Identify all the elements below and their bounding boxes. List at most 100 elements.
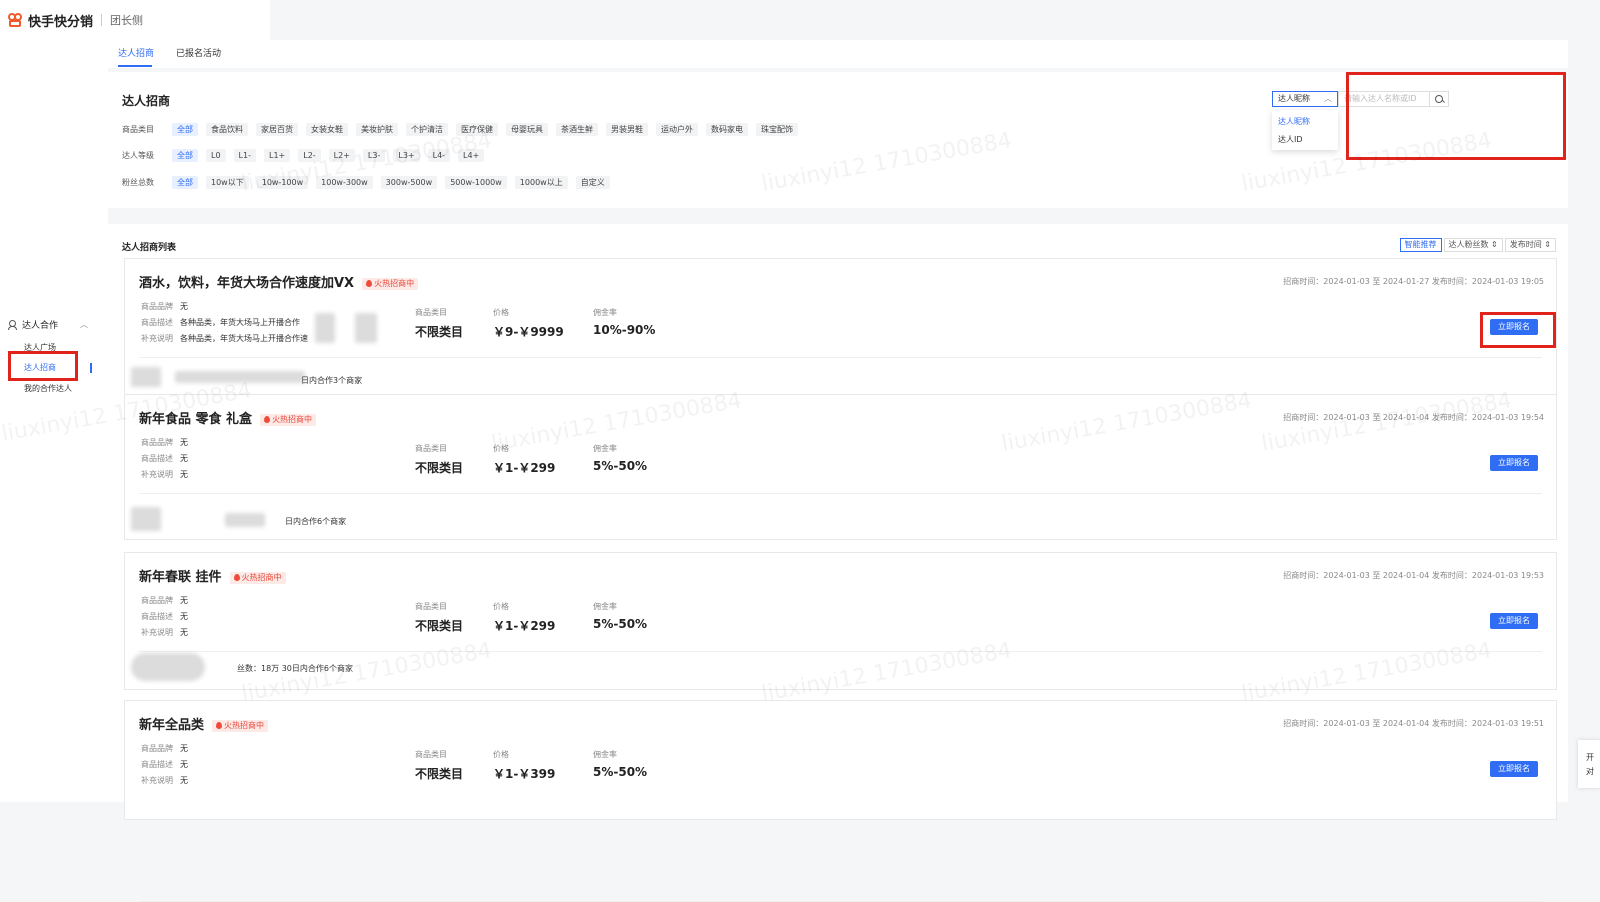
filter-label: 达人等级 [122, 151, 154, 160]
filter-chip-level[interactable]: 全部 [172, 149, 198, 162]
field-note: 补充说明无 [141, 775, 188, 786]
kuaishou-logo-icon [8, 13, 22, 27]
hot-tag: 火热招商中 [212, 719, 269, 732]
filter-chip-fans[interactable]: 500w-1000w [445, 176, 507, 189]
filter-label: 商品类目 [122, 125, 154, 134]
filter-chip-category[interactable]: 全部 [172, 123, 198, 136]
metric-label-price: 价格 [493, 750, 509, 759]
field-label: 商品品牌 [141, 302, 173, 311]
filter-chip-category[interactable]: 母婴玩具 [506, 123, 548, 136]
field-desc: 商品描述无 [141, 759, 188, 770]
fire-icon [366, 279, 373, 287]
filter-chip-category[interactable]: 数码家电 [706, 123, 748, 136]
field-label: 商品品牌 [141, 596, 173, 605]
hot-tag-label: 火热招商中 [272, 414, 313, 424]
fire-icon [264, 415, 271, 423]
filter-chip-fans[interactable]: 自定义 [575, 176, 610, 189]
field-desc: 商品描述无 [141, 453, 188, 464]
field-desc: 商品描述无 [141, 611, 188, 622]
search-type-dropdown: 达人昵称 达人ID [1272, 110, 1338, 150]
field-value: 各种品类，年货大场马上开播合作 [180, 318, 300, 327]
filter-chip-category[interactable]: 食品饮料 [206, 123, 248, 136]
recruit-card: 酒水，饮料，年货大场合作速度加VX 火热招商中 招商时间：2024-01-03 至 … [124, 258, 1557, 404]
blurred-text [225, 513, 265, 527]
field-note: 补充说明无 [141, 469, 188, 480]
filter-chip-category[interactable]: 运动户外 [656, 123, 698, 136]
dropdown-option-nickname[interactable]: 达人昵称 [1278, 116, 1310, 127]
field-value: 无 [180, 776, 188, 785]
filter-chip-category[interactable]: 美妆护肤 [356, 123, 398, 136]
field-label: 补充说明 [141, 470, 173, 479]
filter-chip-category[interactable]: 女装女鞋 [306, 123, 348, 136]
metric-label-category: 商品类目 [415, 308, 447, 317]
card-dates: 招商时间：2024-01-03 至 2024-01-27 发布时间：2024-0… [1283, 277, 1544, 286]
card-title-text: 新年全品类 [139, 718, 205, 733]
hot-tag: 火热招商中 [229, 571, 286, 584]
user-icon [8, 320, 17, 330]
metric-label-commission: 佣金率 [593, 602, 617, 611]
filter-panel-title: 达人招商 [122, 94, 171, 108]
sidebar-active-indicator [90, 363, 92, 373]
metric-label-price: 价格 [493, 308, 509, 317]
field-label: 商品描述 [141, 612, 173, 621]
metric-value-price: ￥1-￥299 [493, 619, 556, 633]
metric-label-category: 商品类目 [415, 444, 447, 453]
metric-value-category: 不限类目 [415, 325, 464, 339]
search-type-select[interactable]: 达人昵称 ︿ [1272, 91, 1338, 107]
sort-time-button[interactable]: 发布时间 ⇕ [1504, 238, 1556, 252]
filter-chip-category[interactable]: 个护清洁 [406, 123, 448, 136]
metric-label-commission: 佣金率 [593, 750, 617, 759]
field-value: 无 [180, 302, 188, 311]
dropdown-option-id[interactable]: 达人ID [1278, 134, 1303, 145]
card-dates: 招商时间：2024-01-03 至 2024-01-04 发布时间：2024-0… [1283, 719, 1544, 728]
metric-value-category: 不限类目 [415, 619, 464, 633]
metric-label-commission: 佣金率 [593, 308, 617, 317]
filter-chip-category[interactable]: 茶酒生鲜 [556, 123, 598, 136]
filter-chip-level[interactable]: L1+ [263, 149, 291, 162]
filter-chip-fans[interactable]: 300w-500w [380, 176, 438, 189]
sort-fans-button[interactable]: 达人粉丝数 ⇕ [1443, 238, 1503, 252]
hot-tag-label: 火热招商中 [241, 572, 282, 582]
sidebar-group-cooperation[interactable]: 达人合作 ︿ [8, 318, 88, 331]
field-label: 补充说明 [141, 628, 173, 637]
field-label: 商品品牌 [141, 744, 173, 753]
card-title-text: 新年春联 挂件 [139, 570, 222, 585]
field-label: 补充说明 [141, 776, 173, 785]
tab-registered-activities[interactable]: 已报名活动 [176, 46, 221, 59]
hot-tag-label: 火热招商中 [374, 278, 415, 288]
field-note: 补充说明 各种品类，年货大场马上开播合作速 [141, 333, 308, 344]
filter-chip-category[interactable]: 男装男鞋 [606, 123, 648, 136]
join-button[interactable]: 立即报名 [1490, 455, 1538, 471]
hot-tag: 火热招商中 [362, 277, 419, 290]
metric-label-price: 价格 [493, 602, 509, 611]
metric-value-price: ￥1-￥399 [493, 767, 556, 781]
join-button[interactable]: 立即报名 [1490, 761, 1538, 777]
filter-chip-fans[interactable]: 1000w以上 [514, 176, 568, 189]
metric-value-commission: 5%-50% [593, 765, 648, 779]
field-value: 各种品类，年货大场马上开播合作速 [180, 334, 308, 343]
blurred-text [355, 313, 377, 343]
filter-chip-fans[interactable]: 全部 [172, 176, 198, 189]
field-value: 无 [180, 628, 188, 637]
field-brand: 商品品牌无 [141, 743, 188, 754]
sort-smart-button[interactable]: 智能推荐 [1399, 238, 1442, 252]
sidebar-item-my-creators[interactable]: 我的合作达人 [24, 383, 72, 394]
join-button[interactable]: 立即报名 [1490, 613, 1538, 629]
metric-value-price: ￥9-￥9999 [493, 325, 564, 339]
field-label: 商品描述 [141, 760, 173, 769]
card-divider [139, 651, 1542, 652]
metric-label-commission: 佣金率 [593, 444, 617, 453]
tab-creator-recruit[interactable]: 达人招商 [118, 46, 154, 59]
blurred-avatar [131, 507, 161, 531]
metric-label-category: 商品类目 [415, 750, 447, 759]
metric-label-category: 商品类目 [415, 602, 447, 611]
filter-chip-category[interactable]: 珠宝配饰 [756, 123, 798, 136]
fire-icon [233, 573, 240, 581]
field-label: 商品描述 [141, 318, 173, 327]
filter-chip-category[interactable]: 家居百货 [256, 123, 298, 136]
filter-chip-level[interactable]: L0 [206, 149, 226, 162]
floating-help-widget[interactable]: 开 对 [1578, 740, 1600, 788]
card-dates: 招商时间：2024-01-03 至 2024-01-04 发布时间：2024-0… [1283, 571, 1544, 580]
field-label: 商品品牌 [141, 438, 173, 447]
filter-chip-level[interactable]: L1- [233, 149, 256, 162]
